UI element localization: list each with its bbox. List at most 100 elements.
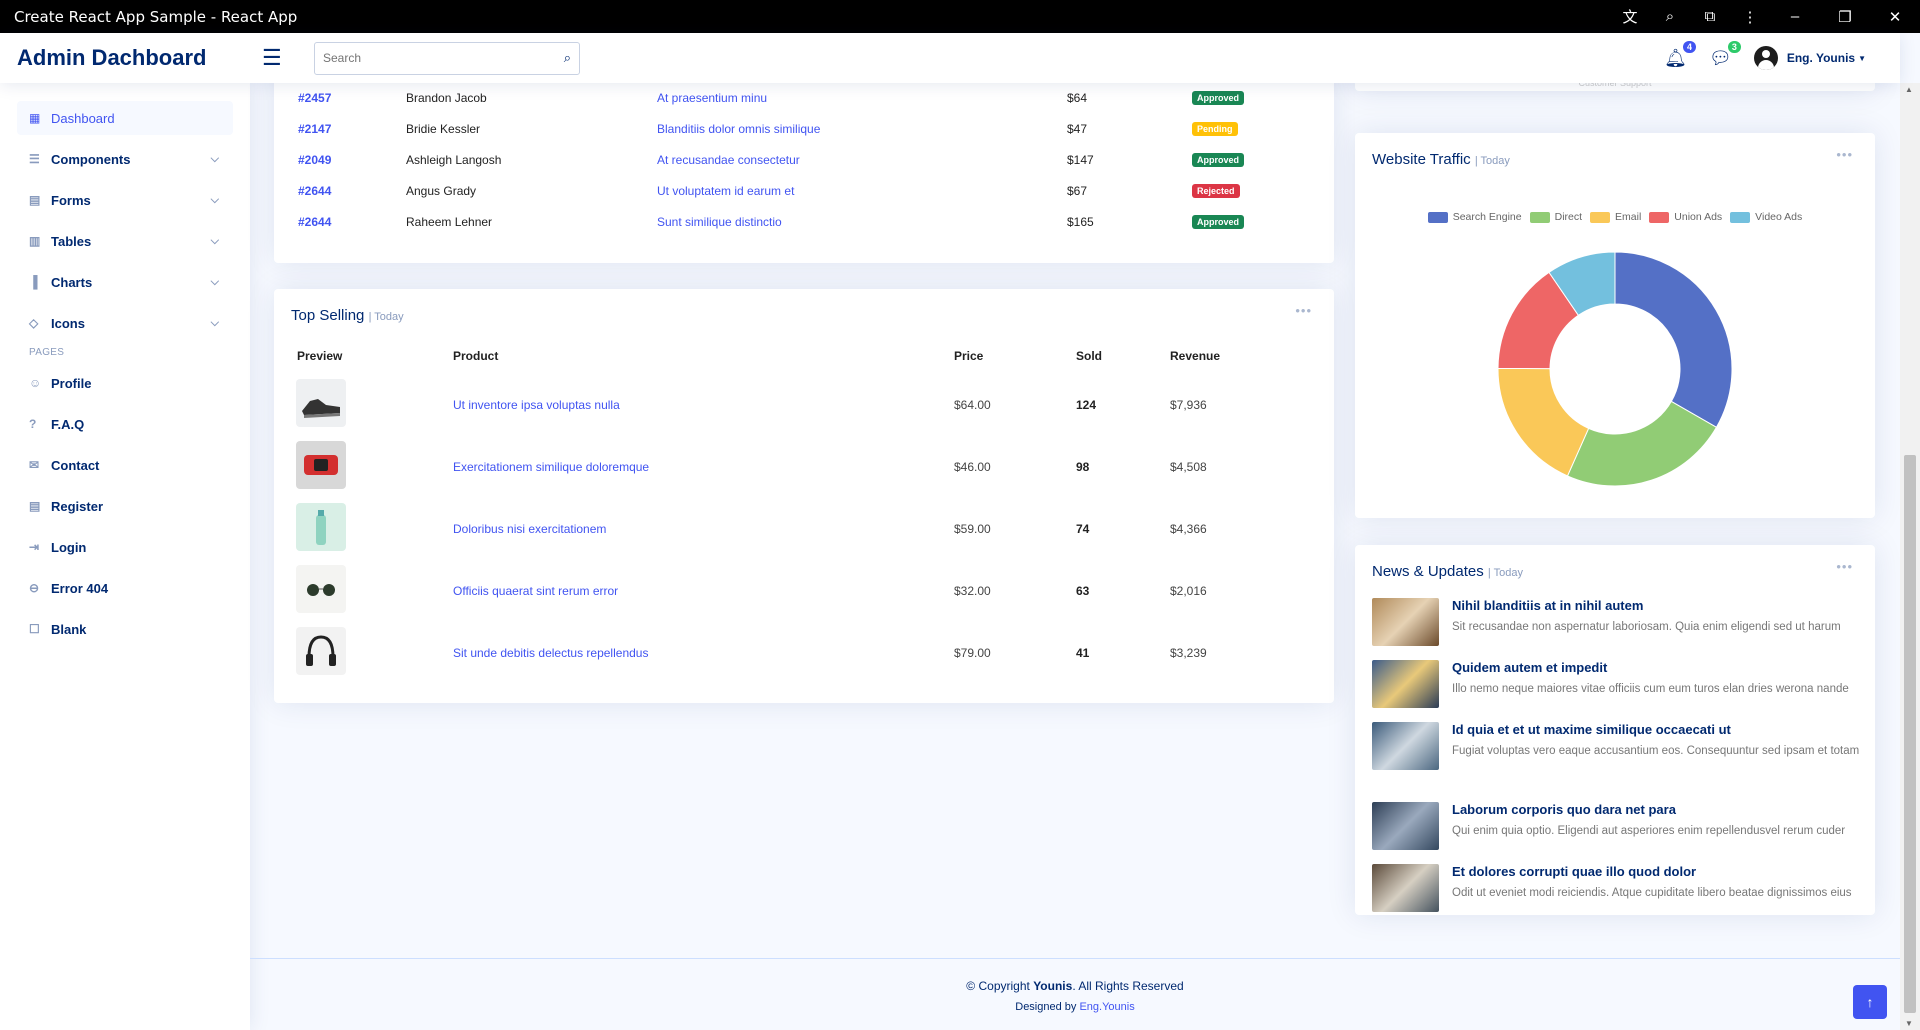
scrollbar-thumb[interactable] — [1904, 455, 1916, 1013]
messages-badge: 3 — [1727, 40, 1741, 53]
minimize-icon[interactable]: – — [1770, 8, 1820, 25]
card-filter-label: | Today — [1487, 567, 1523, 579]
news-image — [1372, 802, 1439, 850]
extensions-icon[interactable]: ⧉ — [1690, 8, 1730, 25]
col-revenue: Revenue — [1170, 349, 1221, 363]
product-image[interactable] — [296, 565, 346, 613]
sidebar-item-charts[interactable]: ▐ Charts ⌵ — [17, 265, 233, 299]
product-link[interactable]: Exercitationem similique doloremque — [453, 460, 649, 474]
order-id-link[interactable]: #2049 — [298, 153, 331, 167]
price: $64 — [1067, 90, 1088, 105]
table-row[interactable]: Sit unde debitis delectus repellendus $7… — [274, 627, 1334, 677]
sidebar-item-components[interactable]: ☰ Components ⌵ — [17, 142, 233, 176]
table-row[interactable]: Officiis quaerat sint rerum error $32.00… — [274, 565, 1334, 615]
table-row[interactable]: #2049 Ashleigh Langosh At recusandae con… — [274, 144, 1334, 175]
sidebar-item-profile[interactable]: ☺ Profile — [17, 366, 233, 400]
order-id-link[interactable]: #2644 — [298, 184, 331, 198]
sidebar-item-dashboard[interactable]: ▦ Dashboard — [17, 101, 233, 135]
product-image[interactable] — [296, 441, 346, 489]
translate-icon[interactable]: 文 — [1610, 6, 1650, 27]
card-title-text: News & Updates — [1372, 563, 1484, 580]
card-menu-icon[interactable]: ••• — [1836, 559, 1853, 574]
sidebar-item-forms[interactable]: ▤ Forms ⌵ — [17, 183, 233, 217]
donut-slice-direct[interactable] — [1566, 400, 1718, 487]
menu-toggle-icon[interactable]: ☰ — [262, 45, 300, 71]
order-id-link[interactable]: #2147 — [298, 122, 331, 136]
product-link[interactable]: Doloribus nisi exercitationem — [453, 522, 606, 536]
window-controls: 文 ⌕ ⧉ ⋮ – ❐ ✕ — [1610, 0, 1920, 33]
col-price: Price — [954, 349, 984, 363]
price: $64.00 — [954, 398, 991, 412]
box-arrow-in-icon: ⇥ — [29, 540, 40, 554]
sidebar-item-error-404[interactable]: ⊖ Error 404 — [17, 571, 233, 605]
table-row[interactable]: Doloribus nisi exercitationem $59.00 74 … — [274, 503, 1334, 553]
sidebar-item-blank[interactable]: ☐ Blank — [17, 612, 233, 646]
app-logo[interactable]: Admin Dachboard — [0, 45, 250, 71]
sidebar-item-register[interactable]: ▤ Register — [17, 489, 233, 523]
product-image[interactable] — [296, 627, 346, 675]
copyright: © Copyright Younis. All Rights Reserved — [250, 979, 1900, 993]
chevron-down-icon: ⌵ — [210, 234, 219, 247]
sidebar-item-login[interactable]: ⇥ Login — [17, 530, 233, 564]
designer-link[interactable]: Eng.Younis — [1079, 1001, 1134, 1013]
search-input[interactable] — [323, 51, 564, 65]
sidebar-item-icons[interactable]: ◇ Icons ⌵ — [17, 306, 233, 340]
sidebar-item-faq[interactable]: ? F.A.Q — [17, 407, 233, 441]
news-title-link[interactable]: Et dolores corrupti quae illo quod dolor — [1452, 864, 1696, 879]
scroll-down-arrow-icon[interactable]: ▼ — [1905, 1019, 1913, 1028]
product-link[interactable]: Officiis quaerat sint rerum error — [453, 584, 618, 598]
product-link[interactable]: At recusandae consectetur — [657, 153, 800, 167]
messages-chat-icon[interactable]: 💬︎ 3 — [1709, 40, 1741, 69]
news-title-link[interactable]: Id quia et et ut maxime similique occaec… — [1452, 722, 1731, 737]
news-title-link[interactable]: Laborum corporis quo dara net para — [1452, 802, 1676, 817]
zoom-icon[interactable]: ⌕ — [1650, 8, 1690, 25]
gem-icon: ◇ — [29, 316, 39, 330]
revenue: $4,508 — [1170, 460, 1207, 474]
order-id-link[interactable]: #2644 — [298, 215, 331, 229]
table-row[interactable]: #2147 Bridie Kessler Blanditiis dolor om… — [274, 113, 1334, 144]
order-id-link[interactable]: #2457 — [298, 91, 331, 105]
product-link[interactable]: Blanditiis dolor omnis similique — [657, 122, 820, 136]
envelope-icon: ✉ — [29, 458, 40, 472]
sidebar-item-tables[interactable]: ▥ Tables ⌵ — [17, 224, 233, 258]
search-icon[interactable]: ⌕ — [564, 50, 571, 66]
more-vertical-icon[interactable]: ⋮ — [1730, 8, 1770, 26]
news-title-link[interactable]: Nihil blanditiis at in nihil autem — [1452, 598, 1643, 613]
sold-count: 124 — [1076, 398, 1097, 412]
table-row[interactable]: #2644 Angus Grady Ut voluptatem id earum… — [274, 175, 1334, 206]
sidebar-item-contact[interactable]: ✉ Contact — [17, 448, 233, 482]
card-menu-icon[interactable]: ••• — [1295, 303, 1312, 318]
table-row[interactable]: #2644 Raheem Lehner Sunt similique disti… — [274, 206, 1334, 237]
copyright-suffix: . All Rights Reserved — [1072, 979, 1184, 993]
product-image[interactable] — [296, 379, 346, 427]
sidebar-item-label: Blank — [51, 621, 87, 637]
col-preview: Preview — [297, 349, 343, 363]
news-title-link[interactable]: Quidem autem et impedit — [1452, 660, 1607, 675]
file-icon: ☐ — [29, 622, 40, 636]
layout-icon: ▥ — [29, 234, 41, 248]
vertical-scrollbar[interactable]: ▲ ▼ — [1900, 83, 1920, 1030]
product-link[interactable]: Sit unde debitis delectus repellendus — [453, 646, 648, 660]
table-row[interactable]: Exercitationem similique doloremque $46.… — [274, 441, 1334, 491]
sidebar-item-label: Login — [51, 539, 87, 555]
back-to-top-button[interactable]: ↑ — [1853, 985, 1887, 1019]
product-image[interactable] — [296, 503, 346, 551]
news-excerpt: Fugiat voluptas vero eaque accusantium e… — [1452, 745, 1860, 757]
col-sold: Sold — [1076, 349, 1102, 363]
donut-slice-email[interactable] — [1497, 367, 1590, 477]
profile-dropdown[interactable]: Eng. Younis ▼ — [1753, 46, 1866, 70]
product-link[interactable]: Sunt similique distinctio — [657, 215, 782, 229]
product-link[interactable]: At praesentium minu — [657, 91, 767, 105]
notifications-bell-icon[interactable]: 🔔︎ 4 — [1664, 40, 1696, 69]
table-row[interactable]: #2457 Brandon Jacob At praesentium minu … — [274, 82, 1334, 113]
restore-icon[interactable]: ❐ — [1820, 8, 1870, 26]
scroll-up-arrow-icon[interactable]: ▲ — [1905, 85, 1913, 94]
sidebar-item-label: Error 404 — [51, 580, 109, 596]
close-icon[interactable]: ✕ — [1870, 8, 1920, 26]
donut-slice-search-engine[interactable] — [1614, 251, 1733, 428]
table-row[interactable]: Ut inventore ipsa voluptas nulla $64.00 … — [274, 379, 1334, 429]
product-link[interactable]: Ut inventore ipsa voluptas nulla — [453, 398, 620, 412]
sidebar-item-label: Components — [51, 151, 131, 167]
product-link[interactable]: Ut voluptatem id earum et — [657, 184, 794, 198]
price: $59.00 — [954, 522, 991, 536]
